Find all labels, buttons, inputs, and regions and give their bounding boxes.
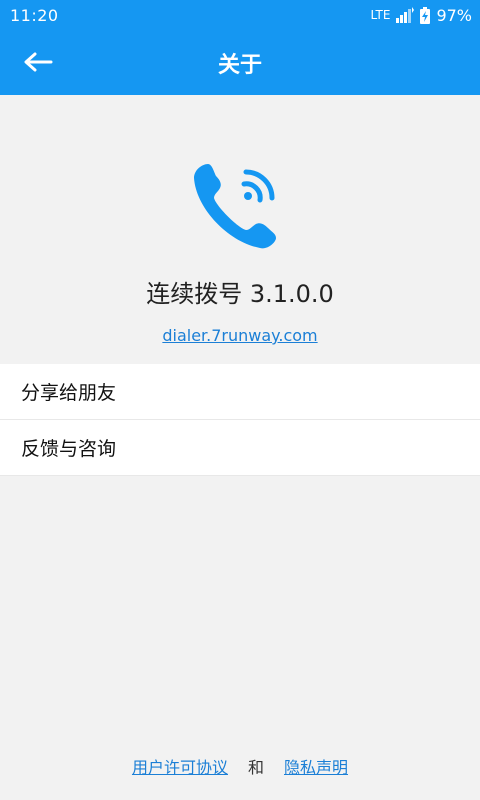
battery-icon [420,6,431,24]
app-name-version: 连续拨号 3.1.0.0 [146,280,334,308]
website-link[interactable]: dialer.7runway.com [162,326,317,345]
privacy-policy-link[interactable]: 隐私声明 [284,754,348,778]
network-type: LTE [370,8,391,22]
battery-level: 97% [436,5,472,25]
signal-icon [396,7,415,23]
license-agreement-link[interactable]: 用户许可协议 [132,754,228,778]
menu-list: 分享给朋友 反馈与咨询 [0,364,480,476]
status-time: 11:20 [10,5,59,25]
status-indicators: LTE 97% [370,6,472,25]
status-bar: 11:20 LTE 97% [0,0,480,30]
app-bar: 关于 [0,30,480,95]
footer: 用户许可协议 和 隐私声明 [0,754,480,778]
share-to-friends-item[interactable]: 分享给朋友 [0,364,480,420]
feedback-item[interactable]: 反馈与咨询 [0,420,480,476]
arrow-left-icon [24,52,53,72]
page-title: 关于 [217,52,262,78]
back-button[interactable] [18,44,58,80]
website-link-row: dialer.7runway.com [0,326,480,345]
footer-and: 和 [247,758,264,777]
phone-calling-icon [194,164,276,249]
